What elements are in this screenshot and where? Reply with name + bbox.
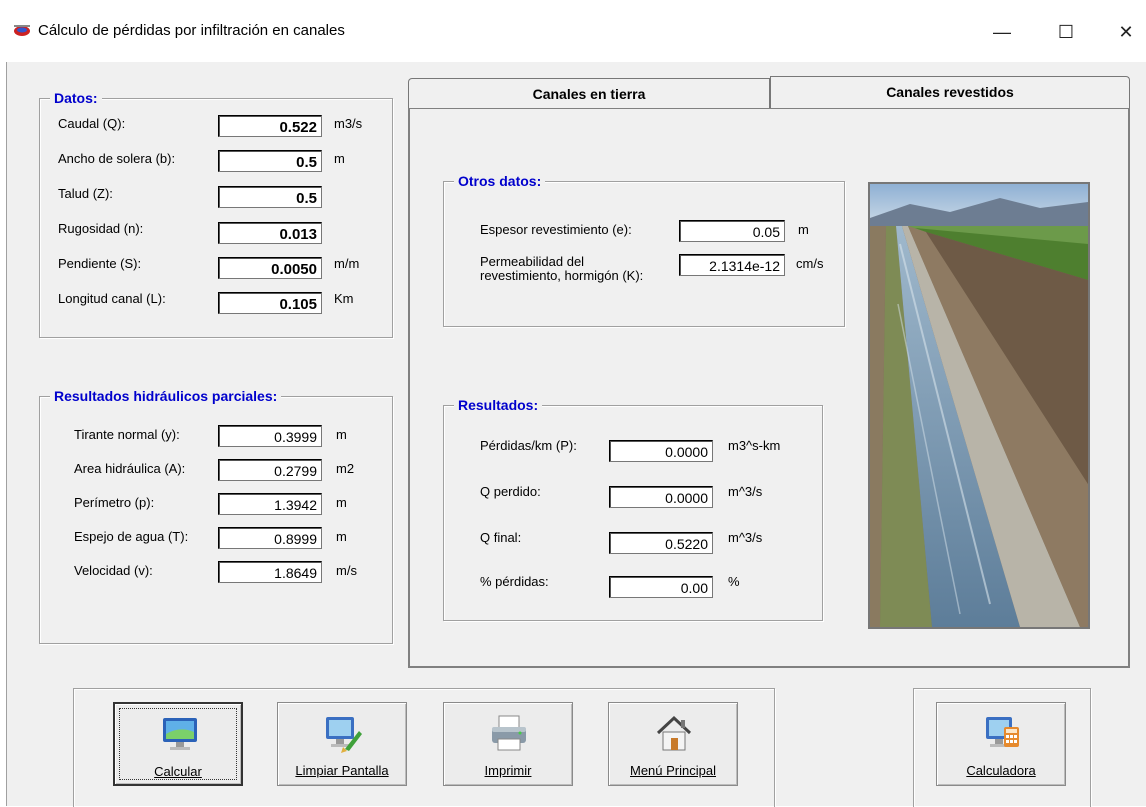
limpiar-pantalla-label: Limpiar Pantalla [295,763,389,778]
pendiente-label: Pendiente (S): [58,256,142,271]
rugosidad-input[interactable]: 0.013 [218,222,322,244]
limpiar-pantalla-button[interactable]: Limpiar Pantalla [277,702,407,786]
permeabilidad-input[interactable]: 2.1314e-12 [679,254,785,276]
velocidad-unit: m/s [336,563,357,578]
perimetro-unit: m [336,495,347,510]
caudal-label: Caudal (Q): [58,116,126,131]
minimize-button[interactable]: — [982,14,1022,50]
calcular-label: Calcular [154,764,202,779]
caudal-unit: m3/s [334,116,363,131]
longitud-input[interactable]: 0.105 [218,292,322,314]
menu-principal-button[interactable]: Menú Principal [608,702,738,786]
q-final-output[interactable]: 0.5220 [609,532,713,554]
rugosidad-label: Rugosidad (n): [58,221,144,236]
canal-app-icon [14,25,30,36]
porcentaje-perdidas-label: % pérdidas: [480,574,549,589]
computer-monitor-icon [163,718,197,750]
otros-datos-group: Otros datos: Espesor revestimiento (e): … [443,173,845,327]
calculadora-label: Calculadora [966,763,1036,778]
permeabilidad-label-1: Permeabilidad del [480,254,585,269]
area-output[interactable]: 0.2799 [218,459,322,481]
longitud-unit: Km [334,291,354,306]
menu-principal-label: Menú Principal [630,763,716,778]
tirante-output[interactable]: 0.3999 [218,425,322,447]
q-perdido-label: Q perdido: [480,484,541,499]
ancho-label: Ancho de solera (b): [58,151,176,166]
perimetro-label: Perímetro (p): [74,495,155,510]
perdidas-km-unit: m3^s-km [728,438,781,453]
client-area: Datos: Caudal (Q): 0.522 m3/s Ancho de s… [6,62,1146,807]
tab-canales-revestidos[interactable]: Canales revestidos [770,76,1130,109]
tirante-label: Tirante normal (y): [74,427,180,442]
house-icon [656,715,692,751]
area-label: Area hidráulica (A): [74,461,186,476]
hidraulicos-group-title: Resultados hidráulicos parciales: [50,388,282,404]
velocidad-label: Velocidad (v): [74,563,153,578]
espejo-label: Espejo de agua (T): [74,529,189,544]
canal-photo-image [870,184,1088,627]
perdidas-km-label: Pérdidas/km (P): [480,438,577,453]
porcentaje-perdidas-output[interactable]: 0.00 [609,576,713,598]
tirante-unit: m [336,427,347,442]
hidraulicos-group: Resultados hidráulicos parciales: Tirant… [39,388,393,644]
datos-group: Datos: Caudal (Q): 0.522 m3/s Ancho de s… [39,90,393,338]
calcular-button[interactable]: Calcular [113,702,243,786]
permeabilidad-unit: cm/s [796,256,824,271]
espejo-output[interactable]: 0.8999 [218,527,322,549]
espejo-unit: m [336,529,347,544]
resultados-group-title: Resultados: [454,397,543,413]
perdidas-km-output[interactable]: 0.0000 [609,440,713,462]
calculadora-button[interactable]: Calculadora [936,702,1066,786]
q-final-label: Q final: [480,530,522,545]
perimetro-output[interactable]: 1.3942 [218,493,322,515]
talud-input[interactable]: 0.5 [218,186,322,208]
resultados-group: Resultados: Pérdidas/km (P): 0.0000 m3^s… [443,397,823,621]
espesor-label: Espesor revestimiento (e): [480,222,632,237]
area-unit: m2 [336,461,355,476]
pendiente-unit: m/m [334,256,360,271]
datos-group-title: Datos: [50,90,102,106]
porcentaje-perdidas-unit: % [728,574,740,589]
monitor-brush-icon [326,717,362,753]
title-bar: Cálculo de pérdidas por infiltración en … [0,0,1146,62]
canal-photo [868,182,1090,629]
imprimir-label: Imprimir [484,763,532,778]
permeabilidad-label-2: revestimiento, hormigón (K): [480,268,644,283]
minimize-icon: — [993,21,1011,42]
velocidad-output[interactable]: 1.8649 [218,561,322,583]
ancho-unit: m [334,151,345,166]
espesor-input[interactable]: 0.05 [679,220,785,242]
close-button[interactable]: ✕ [1106,14,1146,50]
tab-canales-en-tierra[interactable]: Canales en tierra [408,78,770,108]
maximize-button[interactable]: ☐ [1046,14,1086,50]
ancho-input[interactable]: 0.5 [218,150,322,172]
caudal-input[interactable]: 0.522 [218,115,322,137]
longitud-label: Longitud canal (L): [58,291,166,306]
printer-icon [492,715,526,751]
maximize-icon: ☐ [1057,21,1075,42]
otros-datos-group-title: Otros datos: [454,173,546,189]
talud-label: Talud (Z): [58,186,113,201]
espesor-unit: m [798,222,809,237]
imprimir-button[interactable]: Imprimir [443,702,573,786]
q-perdido-output[interactable]: 0.0000 [609,486,713,508]
window-title: Cálculo de pérdidas por infiltración en … [38,22,345,39]
q-perdido-unit: m^3/s [728,484,763,499]
close-icon: ✕ [1118,21,1134,42]
q-final-unit: m^3/s [728,530,763,545]
calculator-monitor-icon [986,717,1019,747]
pendiente-input[interactable]: 0.0050 [218,257,322,279]
